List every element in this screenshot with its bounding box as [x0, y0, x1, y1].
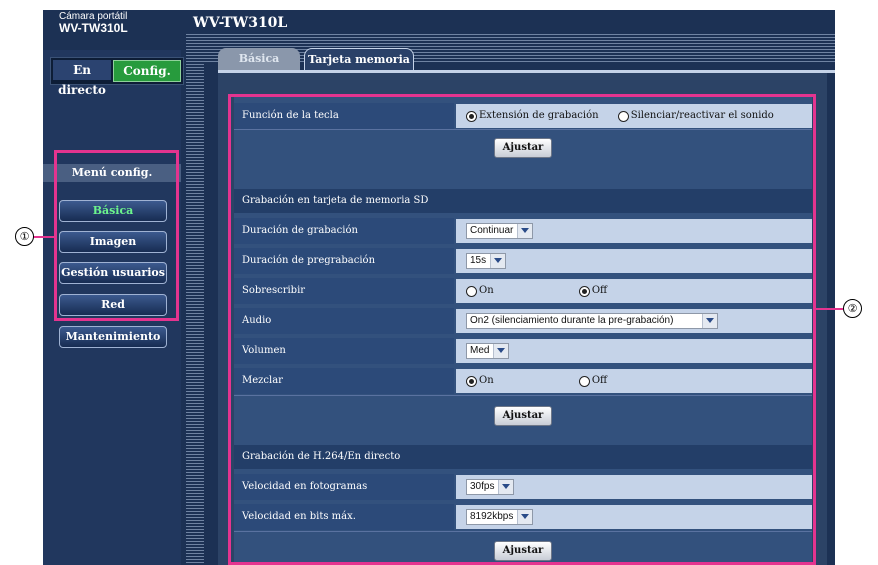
sidebar-item-mantenimiento[interactable]: Mantenimiento	[59, 326, 167, 348]
tab-tarjeta-sd[interactable]: Tarjeta memoria SD	[304, 48, 414, 88]
tab-basica[interactable]: Básica	[218, 48, 300, 70]
brand-model: WV-TW310L	[59, 21, 128, 35]
mode-switch: En directo Config.	[50, 57, 184, 97]
highlight-box-form	[228, 94, 816, 565]
highlight-box-menu	[54, 150, 179, 321]
live-mode-button[interactable]: En directo	[53, 60, 111, 97]
callout-1-icon: ①	[15, 227, 34, 246]
tab-bar: Básica Tarjeta memoria SD	[218, 48, 835, 88]
config-mode-button[interactable]: Config.	[113, 60, 181, 82]
callout-2-icon: ②	[843, 299, 862, 318]
leader-line-2	[816, 308, 843, 310]
divider-stripes	[186, 34, 204, 565]
page-title: WV-TW310L	[193, 15, 288, 31]
brand: Cámara portátil WV-TW310L	[43, 10, 181, 36]
leader-line-1	[33, 236, 54, 238]
